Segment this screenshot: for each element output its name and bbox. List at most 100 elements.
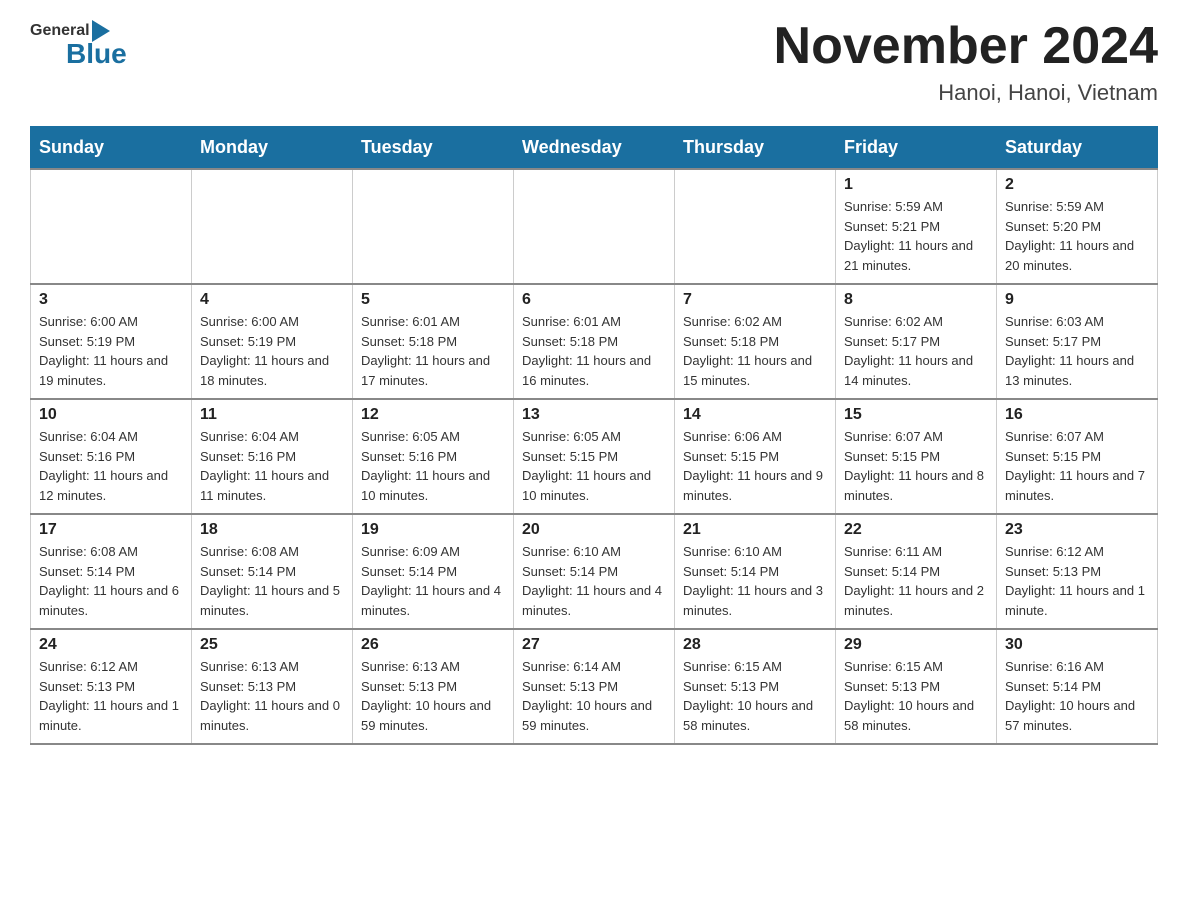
day-info: Sunrise: 6:15 AM Sunset: 5:13 PM Dayligh… — [844, 657, 988, 735]
day-info: Sunrise: 6:12 AM Sunset: 5:13 PM Dayligh… — [1005, 542, 1149, 620]
calendar-cell-w5-d6: 29 Sunrise: 6:15 AM Sunset: 5:13 PM Dayli… — [836, 629, 997, 744]
day-number: 25 — [200, 636, 344, 654]
day-info: Sunrise: 6:14 AM Sunset: 5:13 PM Dayligh… — [522, 657, 666, 735]
day-number: 13 — [522, 406, 666, 424]
calendar-cell-w1-d2 — [192, 169, 353, 284]
calendar-cell-w5-d1: 24 Sunrise: 6:12 AM Sunset: 5:13 PM Dayli… — [31, 629, 192, 744]
day-number: 16 — [1005, 406, 1149, 424]
week-row-4: 17 Sunrise: 6:08 AM Sunset: 5:14 PM Dayli… — [31, 514, 1158, 629]
calendar-table: Sunday Monday Tuesday Wednesday Thursday… — [30, 126, 1158, 745]
calendar-cell-w1-d1 — [31, 169, 192, 284]
day-info: Sunrise: 6:05 AM Sunset: 5:16 PM Dayligh… — [361, 427, 505, 505]
day-number: 14 — [683, 406, 827, 424]
month-title: November 2024 — [774, 20, 1158, 72]
day-number: 4 — [200, 291, 344, 309]
calendar-cell-w2-d6: 8 Sunrise: 6:02 AM Sunset: 5:17 PM Daylig… — [836, 284, 997, 399]
title-section: November 2024 Hanoi, Hanoi, Vietnam — [774, 20, 1158, 106]
day-info: Sunrise: 6:15 AM Sunset: 5:13 PM Dayligh… — [683, 657, 827, 735]
day-info: Sunrise: 6:09 AM Sunset: 5:14 PM Dayligh… — [361, 542, 505, 620]
day-info: Sunrise: 6:12 AM Sunset: 5:13 PM Dayligh… — [39, 657, 183, 735]
day-number: 19 — [361, 521, 505, 539]
week-row-5: 24 Sunrise: 6:12 AM Sunset: 5:13 PM Dayli… — [31, 629, 1158, 744]
day-info: Sunrise: 6:10 AM Sunset: 5:14 PM Dayligh… — [522, 542, 666, 620]
day-info: Sunrise: 6:02 AM Sunset: 5:17 PM Dayligh… — [844, 312, 988, 390]
day-number: 18 — [200, 521, 344, 539]
col-friday: Friday — [836, 127, 997, 170]
calendar-cell-w4-d7: 23 Sunrise: 6:12 AM Sunset: 5:13 PM Dayli… — [997, 514, 1158, 629]
day-info: Sunrise: 6:16 AM Sunset: 5:14 PM Dayligh… — [1005, 657, 1149, 735]
day-number: 17 — [39, 521, 183, 539]
day-number: 6 — [522, 291, 666, 309]
calendar-cell-w2-d2: 4 Sunrise: 6:00 AM Sunset: 5:19 PM Daylig… — [192, 284, 353, 399]
calendar-cell-w5-d4: 27 Sunrise: 6:14 AM Sunset: 5:13 PM Dayli… — [514, 629, 675, 744]
calendar-cell-w5-d7: 30 Sunrise: 6:16 AM Sunset: 5:14 PM Dayli… — [997, 629, 1158, 744]
day-info: Sunrise: 5:59 AM Sunset: 5:21 PM Dayligh… — [844, 197, 988, 275]
day-number: 5 — [361, 291, 505, 309]
calendar-cell-w2-d1: 3Sunrise: 6:00 AM Sunset: 5:19 PM Daylig… — [31, 284, 192, 399]
calendar-cell-w3-d2: 11 Sunrise: 6:04 AM Sunset: 5:16 PM Dayli… — [192, 399, 353, 514]
day-number: 15 — [844, 406, 988, 424]
location-text: Hanoi, Hanoi, Vietnam — [774, 80, 1158, 106]
day-number: 20 — [522, 521, 666, 539]
day-info: Sunrise: 6:10 AM Sunset: 5:14 PM Dayligh… — [683, 542, 827, 620]
calendar-cell-w4-d6: 22 Sunrise: 6:11 AM Sunset: 5:14 PM Dayli… — [836, 514, 997, 629]
calendar-cell-w1-d7: 2 Sunrise: 5:59 AM Sunset: 5:20 PM Daylig… — [997, 169, 1158, 284]
col-sunday: Sunday — [31, 127, 192, 170]
week-row-1: 1 Sunrise: 5:59 AM Sunset: 5:21 PM Daylig… — [31, 169, 1158, 284]
calendar-cell-w2-d5: 7 Sunrise: 6:02 AM Sunset: 5:18 PM Daylig… — [675, 284, 836, 399]
calendar-cell-w3-d3: 12Sunrise: 6:05 AM Sunset: 5:16 PM Dayli… — [353, 399, 514, 514]
day-info: Sunrise: 6:02 AM Sunset: 5:18 PM Dayligh… — [683, 312, 827, 390]
day-info: Sunrise: 6:04 AM Sunset: 5:16 PM Dayligh… — [200, 427, 344, 505]
day-number: 28 — [683, 636, 827, 654]
day-info: Sunrise: 6:00 AM Sunset: 5:19 PM Dayligh… — [200, 312, 344, 390]
calendar-cell-w4-d5: 21Sunrise: 6:10 AM Sunset: 5:14 PM Dayli… — [675, 514, 836, 629]
day-info: Sunrise: 6:03 AM Sunset: 5:17 PM Dayligh… — [1005, 312, 1149, 390]
day-info: Sunrise: 6:11 AM Sunset: 5:14 PM Dayligh… — [844, 542, 988, 620]
day-number: 8 — [844, 291, 988, 309]
calendar-cell-w3-d6: 15 Sunrise: 6:07 AM Sunset: 5:15 PM Dayli… — [836, 399, 997, 514]
calendar-cell-w1-d5 — [675, 169, 836, 284]
calendar-cell-w5-d5: 28 Sunrise: 6:15 AM Sunset: 5:13 PM Dayli… — [675, 629, 836, 744]
day-number: 7 — [683, 291, 827, 309]
calendar-cell-w4-d3: 19 Sunrise: 6:09 AM Sunset: 5:14 PM Dayli… — [353, 514, 514, 629]
week-row-2: 3Sunrise: 6:00 AM Sunset: 5:19 PM Daylig… — [31, 284, 1158, 399]
day-info: Sunrise: 6:05 AM Sunset: 5:15 PM Dayligh… — [522, 427, 666, 505]
day-number: 30 — [1005, 636, 1149, 654]
day-info: Sunrise: 6:08 AM Sunset: 5:14 PM Dayligh… — [200, 542, 344, 620]
day-number: 27 — [522, 636, 666, 654]
col-monday: Monday — [192, 127, 353, 170]
day-number: 22 — [844, 521, 988, 539]
calendar-cell-w3-d4: 13 Sunrise: 6:05 AM Sunset: 5:15 PM Dayli… — [514, 399, 675, 514]
calendar-cell-w5-d3: 26Sunrise: 6:13 AM Sunset: 5:13 PM Dayli… — [353, 629, 514, 744]
day-number: 10 — [39, 406, 183, 424]
calendar-cell-w1-d3 — [353, 169, 514, 284]
day-info: Sunrise: 6:08 AM Sunset: 5:14 PM Dayligh… — [39, 542, 183, 620]
day-info: Sunrise: 5:59 AM Sunset: 5:20 PM Dayligh… — [1005, 197, 1149, 275]
calendar-cell-w3-d5: 14 Sunrise: 6:06 AM Sunset: 5:15 PM Dayli… — [675, 399, 836, 514]
day-number: 29 — [844, 636, 988, 654]
day-number: 11 — [200, 406, 344, 424]
calendar-cell-w5-d2: 25 Sunrise: 6:13 AM Sunset: 5:13 PM Dayli… — [192, 629, 353, 744]
logo: General Blue — [30, 20, 127, 70]
calendar-cell-w2-d4: 6Sunrise: 6:01 AM Sunset: 5:18 PM Daylig… — [514, 284, 675, 399]
day-info: Sunrise: 6:06 AM Sunset: 5:15 PM Dayligh… — [683, 427, 827, 505]
page-header: General Blue November 2024 Hanoi, Hanoi,… — [30, 20, 1158, 106]
col-saturday: Saturday — [997, 127, 1158, 170]
day-number: 1 — [844, 176, 988, 194]
calendar-cell-w1-d4 — [514, 169, 675, 284]
day-info: Sunrise: 6:04 AM Sunset: 5:16 PM Dayligh… — [39, 427, 183, 505]
day-number: 2 — [1005, 176, 1149, 194]
day-info: Sunrise: 6:00 AM Sunset: 5:19 PM Dayligh… — [39, 312, 183, 390]
calendar-cell-w4-d1: 17 Sunrise: 6:08 AM Sunset: 5:14 PM Dayli… — [31, 514, 192, 629]
day-number: 23 — [1005, 521, 1149, 539]
day-number: 26 — [361, 636, 505, 654]
day-info: Sunrise: 6:07 AM Sunset: 5:15 PM Dayligh… — [844, 427, 988, 505]
day-info: Sunrise: 6:07 AM Sunset: 5:15 PM Dayligh… — [1005, 427, 1149, 505]
calendar-cell-w3-d7: 16 Sunrise: 6:07 AM Sunset: 5:15 PM Dayli… — [997, 399, 1158, 514]
day-info: Sunrise: 6:13 AM Sunset: 5:13 PM Dayligh… — [200, 657, 344, 735]
calendar-cell-w2-d3: 5Sunrise: 6:01 AM Sunset: 5:18 PM Daylig… — [353, 284, 514, 399]
day-number: 24 — [39, 636, 183, 654]
calendar-cell-w4-d4: 20 Sunrise: 6:10 AM Sunset: 5:14 PM Dayli… — [514, 514, 675, 629]
col-wednesday: Wednesday — [514, 127, 675, 170]
week-row-3: 10 Sunrise: 6:04 AM Sunset: 5:16 PM Dayli… — [31, 399, 1158, 514]
